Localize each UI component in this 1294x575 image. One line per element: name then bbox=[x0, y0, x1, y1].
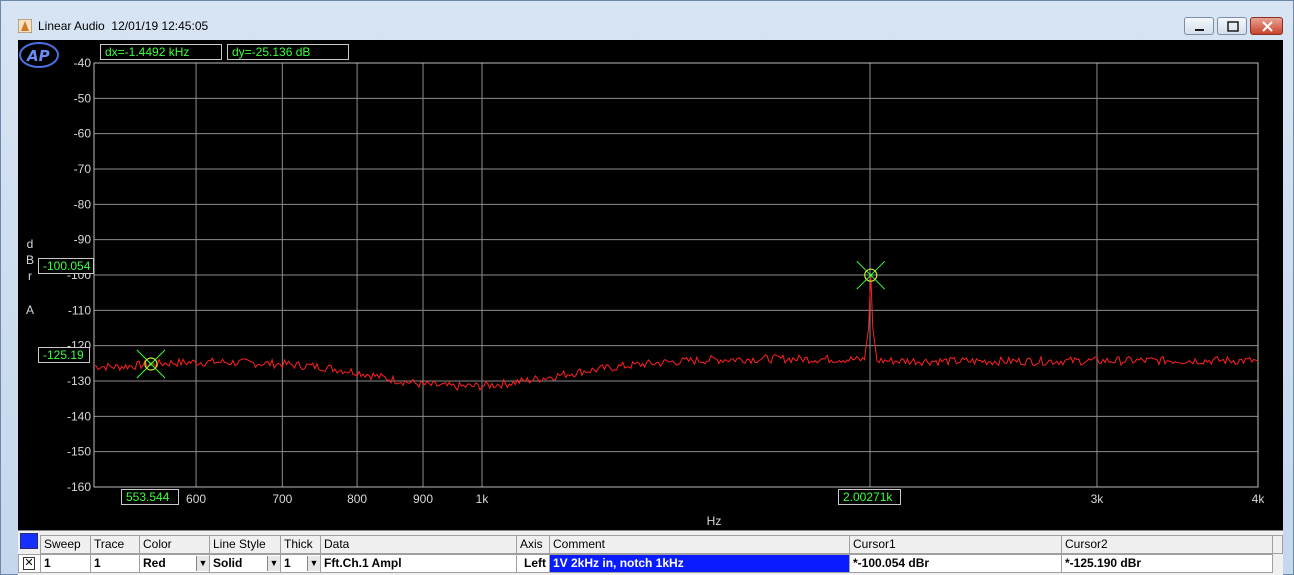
y-tick-label: -160 bbox=[67, 480, 91, 494]
header-sweep[interactable]: Sweep bbox=[40, 535, 91, 554]
color-value: Red bbox=[143, 556, 166, 570]
series-line bbox=[93, 275, 1259, 392]
x-tick-label: 700 bbox=[272, 492, 292, 506]
header-cursor2[interactable]: Cursor2 bbox=[1061, 535, 1273, 554]
dx-readout: dx=-1.4492 kHz bbox=[100, 44, 222, 60]
close-button[interactable] bbox=[1250, 17, 1283, 35]
y-tick-label: -70 bbox=[74, 162, 92, 176]
x-tick-label: 600 bbox=[186, 492, 206, 506]
y-axis-letter-2: r bbox=[28, 269, 32, 283]
trace-table: Sweep Trace Color Line Style Thick Data … bbox=[18, 530, 1283, 575]
cursor1-y-readout: -100.054 bbox=[38, 258, 94, 274]
header-cursor1[interactable]: Cursor1 bbox=[849, 535, 1062, 554]
y-tick-label: -150 bbox=[67, 445, 91, 459]
enable-cell[interactable]: ✕ bbox=[18, 554, 41, 573]
cell-data[interactable]: Fft.Ch.1 Ampl bbox=[320, 554, 517, 573]
minimize-icon bbox=[1195, 29, 1204, 31]
y-tick-label: -80 bbox=[74, 197, 92, 211]
header-comment[interactable]: Comment bbox=[549, 535, 850, 554]
y-axis-label: dBr A bbox=[23, 236, 37, 318]
y-axis-weighting: A bbox=[25, 303, 34, 317]
y-tick-label: -130 bbox=[67, 374, 91, 388]
cell-thick[interactable]: 1 ▼ bbox=[280, 554, 321, 573]
table-row[interactable]: ✕ 1 1 Red ▼ Solid ▼ 1 ▼ Fft.Ch.1 Ampl Le… bbox=[18, 554, 1283, 573]
header-trace[interactable]: Trace bbox=[90, 535, 140, 554]
window-title: Linear Audio 12/01/19 12:45:05 bbox=[38, 19, 208, 33]
header-color[interactable]: Color bbox=[139, 535, 210, 554]
x-tick-label: 4k bbox=[1252, 492, 1266, 506]
cursor-marker-dot bbox=[149, 362, 153, 366]
dy-readout: dy=-25.136 dB bbox=[227, 44, 349, 60]
trace-enabled-checkbox[interactable]: ✕ bbox=[23, 557, 35, 570]
y-axis-letter-0: d bbox=[26, 237, 34, 251]
header-data[interactable]: Data bbox=[320, 535, 517, 554]
header-axis[interactable]: Axis bbox=[516, 535, 550, 554]
header-thick[interactable]: Thick bbox=[280, 535, 321, 554]
cell-cursor2[interactable]: *-125.190 dBr bbox=[1061, 554, 1273, 573]
y-tick-label: -140 bbox=[67, 409, 91, 423]
chevron-down-icon[interactable]: ▼ bbox=[267, 556, 280, 571]
close-icon bbox=[1262, 21, 1273, 32]
x-tick-label: 800 bbox=[347, 492, 367, 506]
cursor-marker-dot bbox=[869, 273, 873, 277]
cell-trace[interactable]: 1 bbox=[90, 554, 140, 573]
cell-cursor1[interactable]: *-100.054 dBr bbox=[849, 554, 1062, 573]
x-tick-label: 900 bbox=[413, 492, 433, 506]
y-tick-label: -60 bbox=[74, 127, 92, 141]
cell-line-style[interactable]: Solid ▼ bbox=[209, 554, 281, 573]
y-axis-unit-letters: dBr bbox=[23, 236, 37, 284]
cursor2-x-readout: 553.544 bbox=[121, 489, 179, 505]
cell-axis[interactable]: Left bbox=[516, 554, 550, 573]
line-style-value: Solid bbox=[213, 556, 243, 570]
title-bar[interactable]: Linear Audio 12/01/19 12:45:05 bbox=[1, 1, 1293, 39]
x-tick-label: 3k bbox=[1091, 492, 1105, 506]
window-timestamp: 12/01/19 12:45:05 bbox=[111, 19, 209, 33]
table-header-row: Sweep Trace Color Line Style Thick Data … bbox=[18, 535, 1283, 554]
fft-plot[interactable]: -40 -50 -60 -70 -80 -90 -100 -110 -120 -130 -140 -1… bbox=[18, 40, 1283, 530]
x-tick-label: 1k bbox=[476, 492, 490, 506]
maximize-icon bbox=[1227, 21, 1239, 32]
thick-value: 1 bbox=[284, 556, 291, 570]
minimize-button[interactable] bbox=[1184, 17, 1214, 35]
app-icon bbox=[18, 19, 32, 33]
y-tick-label: -110 bbox=[68, 303, 91, 317]
svg-text:AP: AP bbox=[26, 47, 50, 65]
y-tick-label: -40 bbox=[74, 56, 92, 70]
maximize-button[interactable] bbox=[1217, 17, 1247, 35]
cursor1-x-readout: 2.00271k bbox=[838, 489, 901, 505]
cell-comment[interactable]: 1V 2kHz in, notch 1kHz bbox=[549, 554, 850, 573]
cell-sweep[interactable]: 1 bbox=[40, 554, 91, 573]
y-tick-label: -50 bbox=[74, 91, 92, 105]
cursor2-y-readout: -125.19 bbox=[38, 347, 90, 363]
ap-logo-icon: AP bbox=[19, 42, 59, 68]
chevron-down-icon[interactable]: ▼ bbox=[307, 556, 320, 571]
y-axis-letter-1: B bbox=[25, 253, 34, 267]
cell-color[interactable]: Red ▼ bbox=[139, 554, 210, 573]
app-name: Linear Audio bbox=[38, 19, 105, 33]
header-filler bbox=[1272, 535, 1283, 554]
x-axis-label: Hz bbox=[707, 514, 722, 528]
header-line-style[interactable]: Line Style bbox=[209, 535, 281, 554]
chevron-down-icon[interactable]: ▼ bbox=[196, 556, 209, 571]
y-tick-label: -90 bbox=[74, 233, 92, 247]
analyzer-window: Linear Audio 12/01/19 12:45:05 -40 -50 -60… bbox=[0, 0, 1294, 575]
chart-svg: -40-50-60-70-80-90-100-110-120-130-140-1… bbox=[67, 56, 1266, 528]
